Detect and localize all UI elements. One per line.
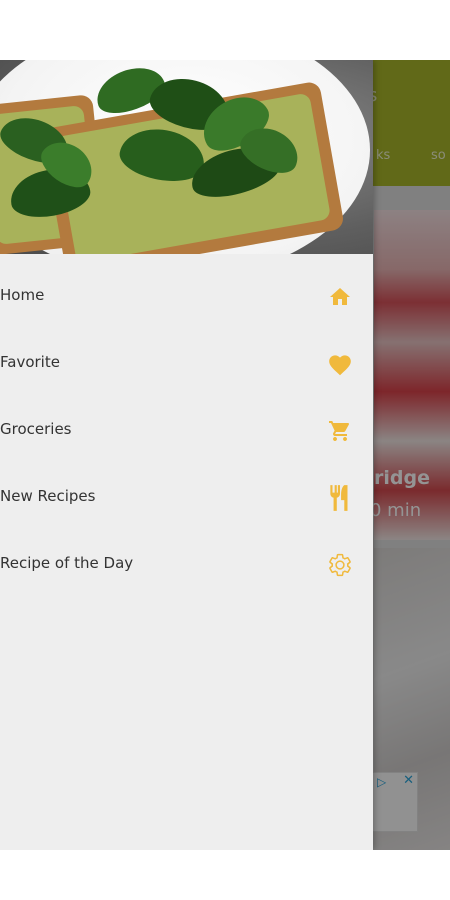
navigation-drawer: Home Favorite Groceries New Recipes Reci…	[0, 60, 373, 850]
nav-item-label: Groceries	[0, 420, 72, 438]
home-icon	[327, 284, 353, 310]
heart-icon	[327, 351, 353, 377]
nav-item-label: Favorite	[0, 353, 60, 371]
nav-item-label: Recipe of the Day	[0, 554, 134, 572]
nav-item-new-recipes[interactable]: New Recipes	[0, 473, 373, 523]
nav-item-home[interactable]: Home	[0, 272, 373, 322]
nav-item-label: New Recipes	[0, 487, 96, 505]
nav-item-recipe-of-the-day[interactable]: Recipe of the Day	[0, 540, 373, 590]
nav-item-label: Home	[0, 286, 45, 304]
nav-item-favorite[interactable]: Favorite	[0, 339, 373, 389]
fork-knife-icon	[327, 485, 353, 511]
cart-icon	[327, 418, 353, 444]
gear-icon	[327, 552, 353, 578]
device-screen: s ks so ridge 0 min ▷ ✕	[0, 60, 450, 850]
drawer-header-image	[0, 60, 373, 254]
nav-item-groceries[interactable]: Groceries	[0, 406, 373, 456]
